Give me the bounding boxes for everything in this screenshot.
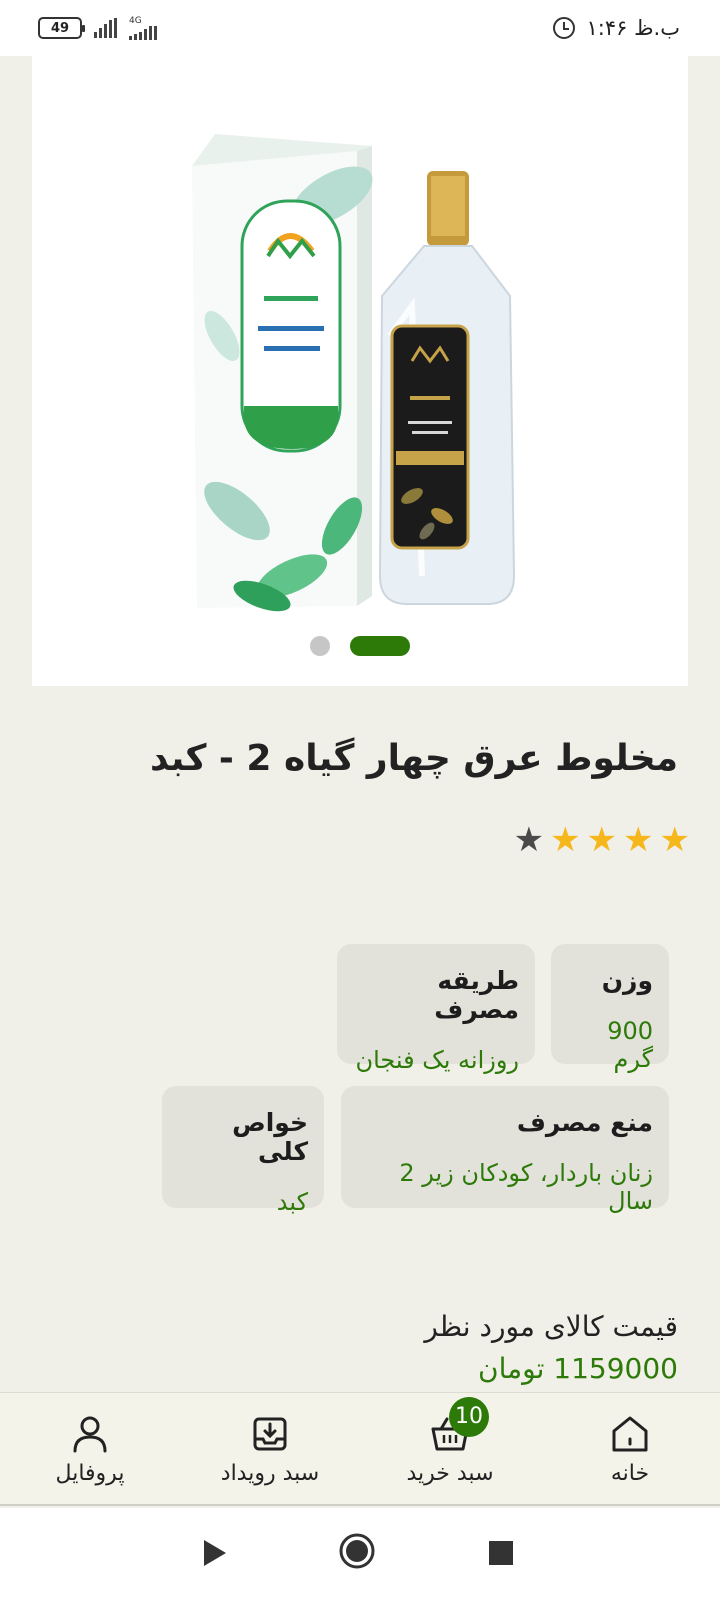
carousel-dot-active[interactable] — [350, 636, 410, 656]
product-title: مخلوط عرق چهار گیاه 2 - کبد — [149, 738, 678, 779]
mobile-data: 4G — [129, 15, 157, 40]
star-icon: ★ — [586, 820, 618, 860]
attribute-value: زنان باردار، کودکان زیر 2 سال — [399, 1159, 653, 1215]
attribute-value: روزانه یک فنجان — [355, 1046, 519, 1074]
price-value: 1159000 تومان — [478, 1352, 678, 1385]
nav-label: سبد رویداد — [220, 1460, 320, 1486]
nav-label: سبد خرید — [406, 1460, 494, 1486]
nav-label: پروفایل — [55, 1460, 125, 1486]
star-empty-icon: ★ — [513, 820, 545, 860]
inbox-icon — [253, 1417, 287, 1450]
star-icon: ★ — [550, 820, 581, 860]
user-icon — [73, 1416, 107, 1452]
network-type: 4G — [129, 15, 142, 26]
attribute-value: 900 گرم — [607, 1017, 653, 1073]
carousel-indicator — [0, 636, 720, 656]
product-image — [192, 134, 516, 612]
status-bar: 49 4G ۱:۴۶ ب.ظ — [0, 0, 720, 56]
attribute-label: طریقه مصرف — [434, 966, 519, 1024]
carousel-dot[interactable] — [310, 636, 330, 656]
home-icon — [612, 1416, 648, 1451]
battery-icon: 49 — [38, 17, 85, 39]
system-navigation-bar — [0, 1508, 720, 1600]
attribute-card-usage: طریقه مصرف روزانه یک فنجان — [337, 944, 535, 1074]
star-icon: ★ — [659, 820, 690, 860]
star-icon: ★ — [623, 820, 654, 860]
price-label: قیمت کالای مورد نظر — [424, 1310, 678, 1343]
signal-icon — [94, 18, 117, 38]
product-image-carousel[interactable] — [32, 56, 688, 686]
attribute-card-properties: خواص کلی کبد — [162, 1086, 324, 1216]
status-time: ۱:۴۶ ب.ظ — [586, 16, 680, 40]
signal-icon-2 — [129, 25, 157, 40]
attribute-label: خواص کلی — [232, 1108, 308, 1166]
nav-item-cart[interactable]: 10 سبد خرید — [360, 1393, 540, 1505]
attribute-label: منع مصرف — [516, 1108, 653, 1137]
attribute-value: کبد — [276, 1188, 308, 1216]
status-left: 49 4G — [38, 15, 157, 40]
nav-item-home[interactable]: خانه — [540, 1393, 720, 1505]
nav-item-event-cart[interactable]: سبد رویداد — [180, 1393, 360, 1505]
basket-icon-wrap: 10 — [429, 1396, 489, 1455]
home-circle-icon[interactable] — [338, 1532, 376, 1570]
bottom-navigation: خانه 10 سبد خرید سبد رویداد پروفایل — [0, 1392, 720, 1506]
back-icon[interactable] — [202, 1538, 228, 1568]
attribute-card-contraindication: منع مصرف زنان باردار، کودکان زیر 2 سال — [341, 1086, 669, 1215]
nav-label: خانه — [610, 1460, 650, 1486]
attribute-card-weight: وزن 900 گرم — [551, 944, 669, 1073]
status-right: ۱:۴۶ ب.ظ — [552, 16, 680, 40]
recents-icon[interactable] — [488, 1540, 514, 1566]
star-rating: ★ ★ ★ ★ ★ — [514, 822, 690, 858]
alarm-icon — [552, 17, 575, 39]
battery-level: 49 — [50, 20, 70, 36]
attribute-label: وزن — [601, 966, 653, 995]
nav-item-profile[interactable]: پروفایل — [0, 1393, 180, 1505]
cart-count-badge: 10 — [449, 1396, 489, 1437]
